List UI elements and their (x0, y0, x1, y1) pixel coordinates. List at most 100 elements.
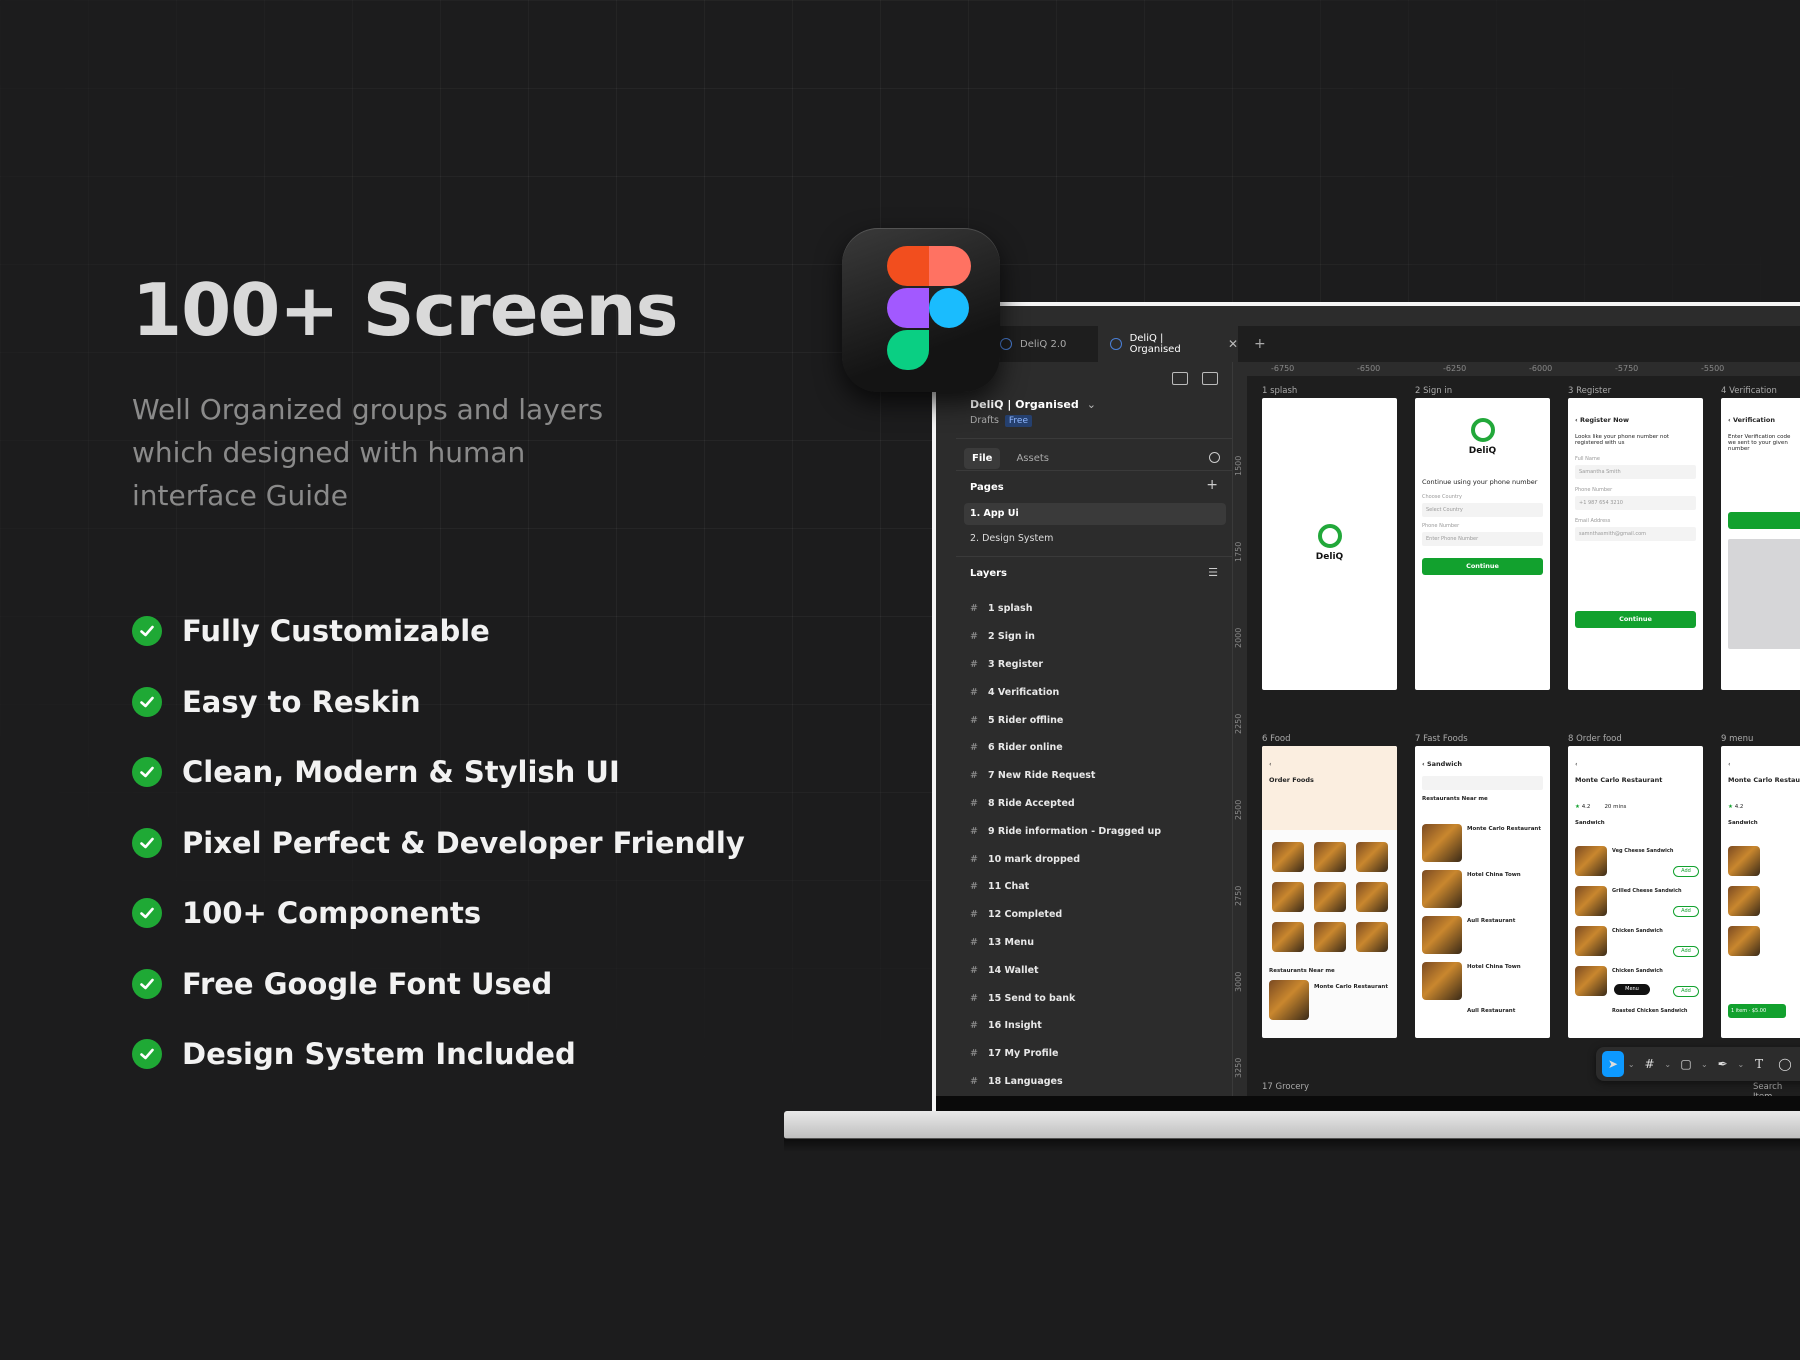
add-button[interactable]: Add (1673, 986, 1699, 997)
restaurant-name: Hotel China Town (1467, 872, 1521, 878)
tab-file[interactable]: File (964, 448, 1001, 469)
back-icon[interactable]: ‹ (1575, 760, 1696, 768)
cart-bar[interactable]: 1 item · $5.00 (1728, 1004, 1786, 1018)
tab-deliq-2[interactable]: DeliQ 2.0 (1000, 326, 1092, 362)
food-thumb[interactable] (1356, 842, 1388, 872)
chevron-down-icon[interactable]: ⌄ (1664, 1060, 1671, 1069)
layer-item[interactable]: #11 Chat (970, 873, 1161, 901)
feature-item: Free Google Font Used (132, 949, 745, 1020)
back-icon[interactable]: ‹ (1269, 760, 1390, 768)
project-title[interactable]: DeliQ | Organised ⌄ (970, 398, 1096, 411)
menu-item-thumb[interactable] (1728, 846, 1760, 876)
food-thumb[interactable] (1272, 882, 1304, 912)
chevron-down-icon[interactable]: ⌄ (1628, 1060, 1635, 1069)
ai-icon[interactable] (1172, 372, 1188, 385)
restaurant-thumb[interactable] (1422, 916, 1462, 954)
frame-splash[interactable]: DeliQ (1262, 398, 1397, 690)
ruler-tick: 2750 (1234, 885, 1243, 906)
frame-sign-in[interactable]: DeliQ Continue using your phone number C… (1415, 398, 1550, 690)
layer-item[interactable]: #16 Insight (970, 1012, 1161, 1040)
layer-item[interactable]: #4 Verification (970, 678, 1161, 706)
layer-item[interactable]: #7 New Ride Request (970, 762, 1161, 790)
layer-item[interactable]: #5 Rider offline (970, 706, 1161, 734)
frame-tool-icon[interactable]: # (1639, 1051, 1661, 1077)
frame-verification[interactable]: ‹ Verification Enter Verification code w… (1721, 398, 1800, 690)
page-item-design-system[interactable]: 2. Design System (964, 528, 1226, 550)
food-thumb[interactable] (1272, 842, 1304, 872)
layer-item[interactable]: #6 Rider online (970, 734, 1161, 762)
restaurant-thumb[interactable] (1269, 980, 1309, 1020)
food-thumb[interactable] (1314, 842, 1346, 872)
layer-item[interactable]: #1 splash (970, 595, 1161, 623)
layer-item[interactable]: #14 Wallet (970, 956, 1161, 984)
layer-item[interactable]: #2 Sign in (970, 623, 1161, 651)
deliq-logo-icon (1317, 524, 1342, 548)
layer-item[interactable]: #15 Send to bank (970, 984, 1161, 1012)
restaurant-thumb[interactable] (1422, 870, 1462, 908)
layer-item[interactable]: #9 Ride information - Dragged up (970, 817, 1161, 845)
country-field[interactable]: Select Country (1422, 503, 1543, 517)
frame-order-food[interactable]: ‹ Monte Carlo Restaurant ★ 4.2 20 mins S… (1568, 746, 1703, 1038)
layer-item[interactable]: #13 Menu (970, 929, 1161, 957)
email-field[interactable]: samnthasmith@gmail.com (1575, 527, 1696, 541)
canvas[interactable]: -6750 -6500 -6250 -6000 -5750 -5500 1500… (1233, 362, 1800, 1096)
move-tool-icon[interactable]: ➤ (1602, 1051, 1624, 1077)
pen-tool-icon[interactable]: ✒ (1712, 1051, 1734, 1077)
continue-button[interactable]: Continue (1422, 558, 1543, 575)
layers-filter-icon[interactable]: ☰ (1208, 566, 1218, 579)
menu-item-thumb[interactable] (1728, 886, 1760, 916)
add-page-icon[interactable]: + (1206, 477, 1218, 493)
layer-item[interactable]: #18 Languages (970, 1068, 1161, 1096)
layer-item[interactable]: #10 mark dropped (970, 845, 1161, 873)
continue-button[interactable]: Continue (1575, 611, 1696, 628)
phone-field[interactable]: +1 987 654 3210 (1575, 496, 1696, 510)
menu-item-thumb[interactable] (1575, 886, 1607, 916)
chevron-down-icon[interactable]: ⌄ (1701, 1060, 1708, 1069)
comment-tool-icon[interactable]: ◯ (1774, 1051, 1796, 1077)
close-icon[interactable]: ✕ (1228, 337, 1238, 351)
menu-item-thumb[interactable] (1575, 966, 1607, 996)
food-thumb[interactable] (1356, 882, 1388, 912)
add-button[interactable]: Add (1673, 906, 1699, 917)
figma-logo-part (929, 246, 971, 286)
food-thumb[interactable] (1272, 922, 1304, 952)
phone-field[interactable]: Enter Phone Number (1422, 532, 1543, 546)
tab-deliq-organised[interactable]: DeliQ | Organised ✕ (1098, 326, 1238, 362)
search-input[interactable] (1422, 776, 1543, 790)
layer-label: 15 Send to bank (988, 992, 1076, 1004)
check-icon (132, 827, 162, 858)
menu-button[interactable]: Menu (1614, 984, 1650, 995)
tab-assets[interactable]: Assets (1008, 448, 1057, 469)
text-tool-icon[interactable]: T (1748, 1051, 1770, 1077)
back-icon[interactable]: ‹ (1728, 760, 1800, 768)
chevron-down-icon[interactable]: ⌄ (1738, 1060, 1745, 1069)
menu-item-thumb[interactable] (1728, 926, 1760, 956)
frame-food[interactable]: ‹ Order Foods Restaurants Near me Monte … (1262, 746, 1397, 1038)
food-thumb[interactable] (1314, 882, 1346, 912)
search-icon[interactable] (1209, 452, 1220, 463)
restaurant-thumb[interactable] (1422, 962, 1462, 1000)
layer-item[interactable]: #12 Completed (970, 901, 1161, 929)
frame-menu[interactable]: ‹ Monte Carlo Restaurant ★ 4.2 Sandwich … (1721, 746, 1800, 1038)
new-tab-button[interactable]: + (1254, 326, 1266, 362)
rectangle-tool-icon[interactable]: ▢ (1675, 1051, 1697, 1077)
add-button[interactable]: Add (1673, 946, 1699, 957)
verify-button[interactable] (1728, 512, 1800, 529)
layer-item[interactable]: #17 My Profile (970, 1040, 1161, 1068)
menu-item-thumb[interactable] (1575, 846, 1607, 876)
page-item-app-ui[interactable]: 1. App Ui (964, 503, 1226, 525)
restaurant-thumb[interactable] (1422, 824, 1462, 862)
food-thumb[interactable] (1356, 922, 1388, 952)
layer-item[interactable]: #3 Register (970, 651, 1161, 679)
layer-item[interactable]: #8 Ride Accepted (970, 790, 1161, 818)
frame-fast-foods[interactable]: ‹ Sandwich Restaurants Near me Monte Car… (1415, 746, 1550, 1038)
food-thumb[interactable] (1314, 922, 1346, 952)
restaurant-name: Aull Restaurant (1467, 1008, 1516, 1014)
name-field[interactable]: Samantha Smith (1575, 465, 1696, 479)
add-button[interactable]: Add (1673, 866, 1699, 877)
keyboard[interactable] (1728, 539, 1800, 649)
frame-register[interactable]: ‹ Register Now Looks like your phone num… (1568, 398, 1703, 690)
menu-item-thumb[interactable] (1575, 926, 1607, 956)
verification-header: ‹ Verification (1728, 416, 1800, 424)
panel-toggle-icon[interactable] (1202, 372, 1218, 385)
